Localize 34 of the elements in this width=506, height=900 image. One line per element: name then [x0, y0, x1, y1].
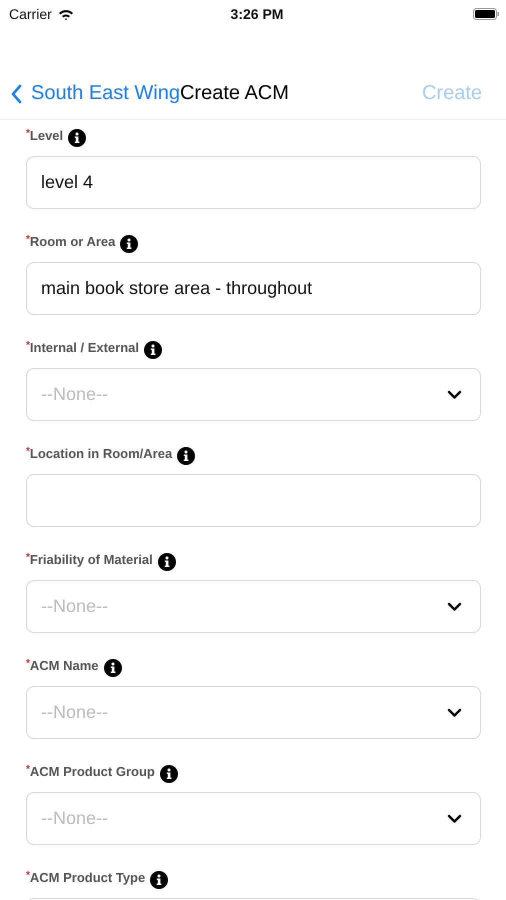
info-icon	[160, 765, 178, 783]
field-label: *Friability of Material	[26, 552, 153, 566]
field-label: *Internal / External	[26, 340, 139, 354]
screen-title: Create ACM	[180, 82, 289, 105]
picklist-field[interactable]: --None--	[26, 368, 481, 421]
status-time: 3:26 PM	[230, 6, 284, 22]
chevron-down-icon	[447, 602, 462, 612]
chevron-down-icon	[447, 390, 462, 400]
field-label: *Location in Room/Area	[26, 446, 172, 460]
picklist-field[interactable]: --None--	[26, 686, 481, 739]
back-chevron-icon	[10, 84, 23, 104]
field-label: *ACM Product Group	[26, 764, 155, 778]
info-icon	[104, 659, 122, 677]
field-label: *ACM Product Type	[26, 870, 146, 884]
chevron-down-icon	[447, 708, 462, 718]
info-icon	[144, 341, 162, 359]
field-label: *Room or Area	[26, 234, 116, 248]
chevron-down-icon	[447, 814, 462, 824]
info-icon	[177, 447, 196, 465]
picklist-field[interactable]: --None--	[26, 580, 481, 633]
input-field[interactable]: main book store area - throughout	[26, 262, 481, 315]
field-label: *ACM Name	[26, 658, 99, 672]
info-icon	[68, 129, 86, 147]
carrier-text: Carrier	[9, 6, 52, 22]
info-icon	[158, 553, 176, 571]
input-field[interactable]	[26, 474, 481, 527]
battery-icon	[472, 8, 500, 20]
wifi-icon	[58, 8, 74, 20]
input-field[interactable]: level 4	[26, 156, 481, 209]
info-icon	[120, 235, 138, 253]
info-icon	[150, 871, 168, 889]
back-button[interactable]: South East Wing	[10, 82, 180, 105]
picklist-field[interactable]: --None--	[26, 792, 481, 845]
field-label: *Level	[26, 128, 64, 142]
